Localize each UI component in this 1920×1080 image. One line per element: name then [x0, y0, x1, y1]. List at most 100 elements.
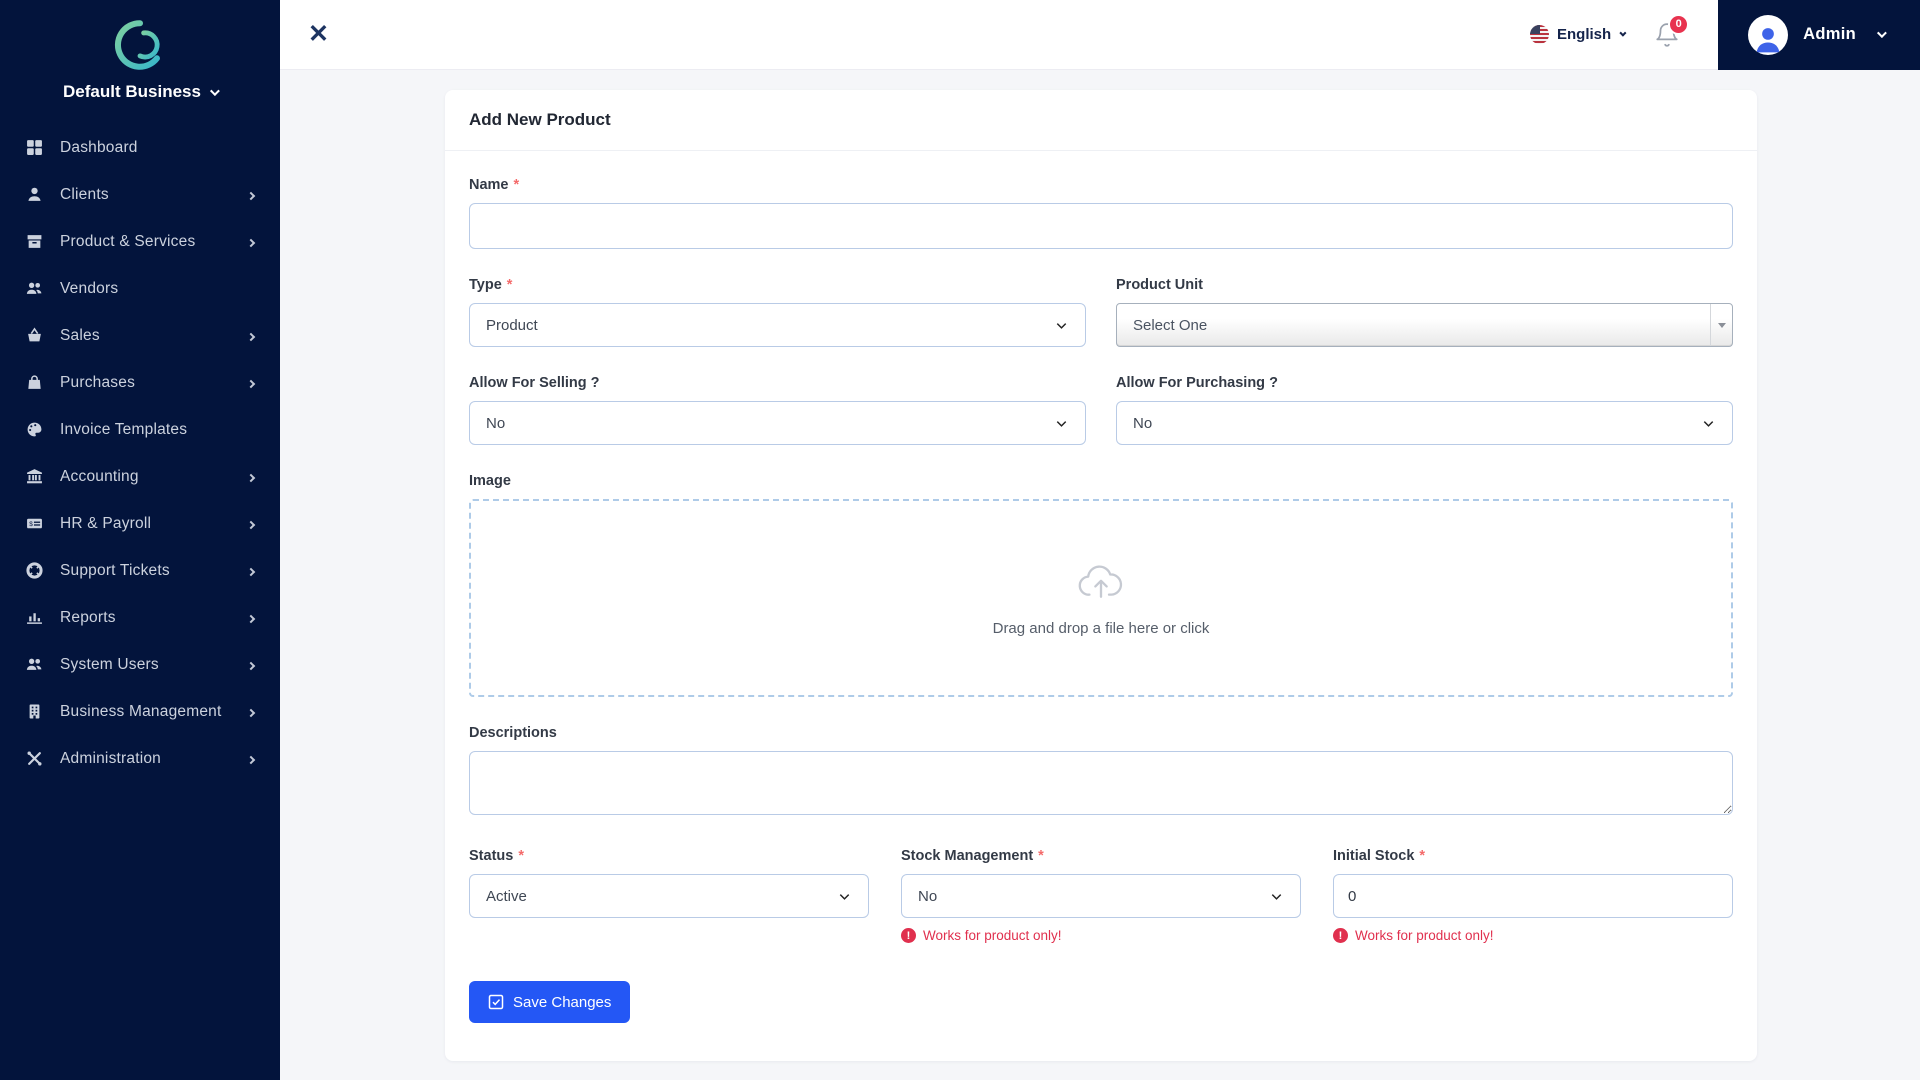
stock-management-label: Stock Management *: [901, 848, 1044, 864]
chevron-down-icon: [1054, 416, 1069, 431]
us-flag-icon: [1529, 25, 1549, 44]
users-icon: [24, 656, 44, 674]
sidebar-item-administration[interactable]: Administration: [0, 735, 280, 782]
product-unit-label: Product Unit: [1116, 277, 1203, 293]
bar-chart-icon: [24, 609, 44, 627]
type-field-group: Type * Product: [469, 277, 1086, 347]
initial-stock-input[interactable]: [1333, 874, 1733, 918]
stock-management-select[interactable]: No: [901, 874, 1301, 918]
allow-purchasing-select[interactable]: No: [1116, 401, 1733, 445]
svg-text:$: $: [29, 521, 33, 528]
sidebar-item-accounting[interactable]: Accounting: [0, 453, 280, 500]
language-label: English: [1556, 26, 1612, 43]
page-title: Add New Product: [445, 90, 1757, 151]
chevron-down-icon: [1701, 416, 1716, 431]
box-icon: [24, 233, 44, 251]
name-field-group: Name *: [469, 177, 1733, 249]
descriptions-textarea[interactable]: [469, 751, 1733, 815]
image-dropzone[interactable]: Drag and drop a file here or click: [469, 499, 1733, 697]
add-product-card: Add New Product Name * Type * Product Pr…: [445, 90, 1757, 1061]
user-name: Admin: [1803, 25, 1856, 43]
chevron-right-icon: [246, 186, 256, 204]
sidebar-item-invoice-templates[interactable]: Invoice Templates: [0, 406, 280, 453]
chevron-right-icon: [246, 562, 256, 580]
status-field-group: Status * Active: [469, 848, 869, 943]
business-selector[interactable]: Default Business: [0, 82, 280, 102]
sidebar-item-hr-payroll[interactable]: $ HR & Payroll: [0, 500, 280, 547]
product-unit-field-group: Product Unit Select One: [1116, 277, 1733, 347]
sidebar-item-vendors[interactable]: Vendors: [0, 265, 280, 312]
initial-stock-field-group: Initial Stock* Works for product only!: [1333, 848, 1733, 943]
initial-stock-label: Initial Stock *: [1333, 848, 1426, 864]
name-input[interactable]: [469, 203, 1733, 249]
grid-icon: [24, 139, 44, 157]
users-icon: [24, 280, 44, 298]
chevron-right-icon: [246, 609, 256, 627]
lifebuoy-icon: [24, 562, 44, 580]
chevron-down-icon: [1269, 889, 1284, 904]
cloud-upload-icon: [1078, 564, 1123, 598]
dropdown-arrow-icon: [1710, 304, 1732, 346]
allow-selling-select[interactable]: No: [469, 401, 1086, 445]
close-icon[interactable]: ✕: [308, 22, 329, 47]
stock-management-field-group: Stock Management* No Works for product o…: [901, 848, 1301, 943]
avatar: [1748, 14, 1789, 55]
logo-swirl-icon: [114, 20, 160, 70]
exclamation-circle-icon: [1333, 928, 1348, 943]
product-unit-select[interactable]: Select One: [1116, 303, 1733, 347]
type-label: Type *: [469, 277, 513, 293]
descriptions-label: Descriptions: [469, 725, 557, 741]
sidebar-item-purchases[interactable]: Purchases: [0, 359, 280, 406]
chevron-down-icon: [1619, 29, 1627, 37]
status-label: Status *: [469, 848, 524, 864]
chevron-right-icon: [246, 327, 256, 345]
status-select[interactable]: Active: [469, 874, 869, 918]
chevron-right-icon: [246, 233, 256, 251]
payroll-icon: $: [24, 515, 44, 533]
palette-icon: [24, 421, 44, 439]
sidebar-item-clients[interactable]: Clients: [0, 171, 280, 218]
sidebar-item-business-management[interactable]: Business Management: [0, 688, 280, 735]
bank-icon: [24, 468, 44, 486]
allow-purchasing-label: Allow For Purchasing ?: [1116, 375, 1278, 391]
descriptions-field-group: Descriptions: [469, 725, 1733, 820]
stock-management-hint: Works for product only!: [901, 928, 1301, 943]
save-changes-button[interactable]: Save Changes: [469, 981, 631, 1023]
sidebar-item-support-tickets[interactable]: Support Tickets: [0, 547, 280, 594]
user-icon: [24, 186, 44, 204]
chevron-right-icon: [246, 703, 256, 721]
app-logo: [0, 0, 280, 74]
notifications-button[interactable]: 0: [1654, 13, 1690, 48]
business-name: Default Business: [63, 82, 201, 101]
bag-icon: [24, 374, 44, 392]
user-menu[interactable]: Admin: [1718, 0, 1920, 70]
building-icon: [24, 703, 44, 721]
avatar-person-icon: [1756, 27, 1780, 52]
chevron-right-icon: [246, 515, 256, 533]
type-select[interactable]: Product: [469, 303, 1086, 347]
allow-selling-field-group: Allow For Selling ? No: [469, 375, 1086, 445]
sidebar-item-sales[interactable]: Sales: [0, 312, 280, 359]
tools-icon: [24, 750, 44, 768]
sidebar-nav: Dashboard Clients Product & Services Ven…: [0, 124, 280, 782]
image-field-group: Image Drag and drop a file here or click: [469, 473, 1733, 697]
sidebar-item-dashboard[interactable]: Dashboard: [0, 124, 280, 171]
chevron-down-icon: [837, 889, 852, 904]
chevron-right-icon: [246, 468, 256, 486]
chevron-right-icon: [246, 656, 256, 674]
sidebar-item-product-services[interactable]: Product & Services: [0, 218, 280, 265]
sidebar: Default Business Dashboard Clients Produ…: [0, 0, 280, 1080]
topbar: ✕ English 0 Admin: [280, 0, 1920, 70]
chevron-right-icon: [246, 750, 256, 768]
exclamation-circle-icon: [901, 928, 916, 943]
sidebar-item-reports[interactable]: Reports: [0, 594, 280, 641]
allow-purchasing-field-group: Allow For Purchasing ? No: [1116, 375, 1733, 445]
language-selector[interactable]: English: [1529, 25, 1627, 44]
chevron-down-icon: [1054, 318, 1069, 333]
notification-badge: 0: [1668, 13, 1690, 35]
allow-selling-label: Allow For Selling ?: [469, 375, 600, 391]
sidebar-item-system-users[interactable]: System Users: [0, 641, 280, 688]
chevron-down-icon: [209, 85, 220, 96]
basket-icon: [24, 327, 44, 345]
check-square-icon: [488, 994, 504, 1010]
